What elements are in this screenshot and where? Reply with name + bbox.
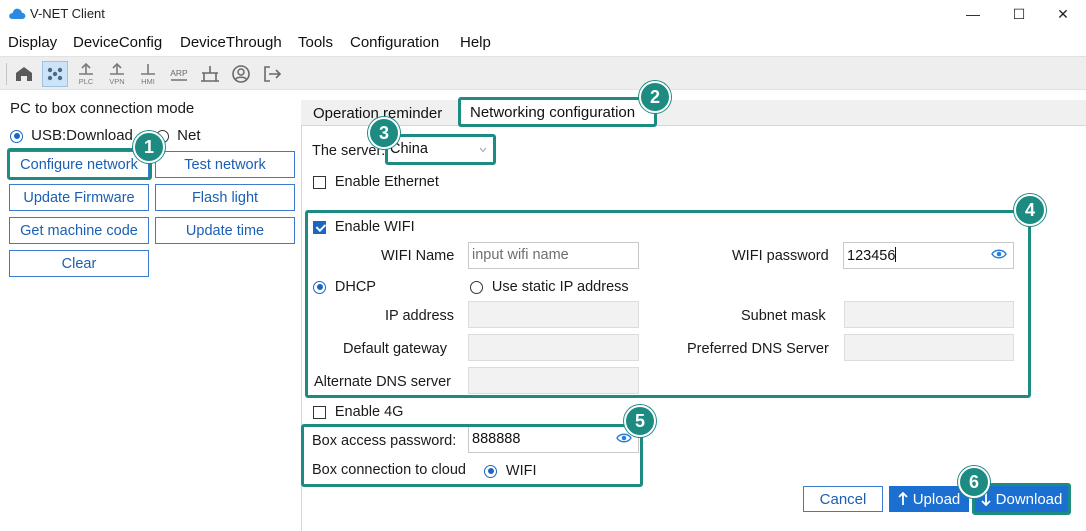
enable-4g-option[interactable]: Enable 4G <box>313 403 403 420</box>
title-bar: V-NET Client — ☐ ✕ <box>0 0 1086 28</box>
menu-deviceconfig[interactable]: DeviceConfig <box>73 34 162 51</box>
callout-frame-server <box>385 134 496 165</box>
callout-frame-box-access <box>301 424 643 487</box>
hmi-icon[interactable]: HMI <box>135 61 161 87</box>
plc-icon[interactable]: PLC <box>73 61 99 87</box>
callout-badge-6: 6 <box>958 466 990 498</box>
flash-light-button[interactable]: Flash light <box>155 184 295 211</box>
enable-ethernet-option[interactable]: Enable Ethernet <box>313 173 439 190</box>
exit-icon[interactable] <box>259 61 285 87</box>
user-icon[interactable] <box>228 61 254 87</box>
cloud-logo-icon <box>9 8 26 19</box>
callout-frame-networking-tab <box>458 97 657 127</box>
net-radio-label: Net <box>177 127 201 144</box>
test-network-button[interactable]: Test network <box>155 151 295 178</box>
menu-help[interactable]: Help <box>460 34 491 51</box>
menu-display[interactable]: Display <box>8 34 57 51</box>
callout-badge-2: 2 <box>639 81 671 113</box>
svg-text:HMI: HMI <box>141 77 155 86</box>
connection-mode-label: PC to box connection mode <box>10 100 195 117</box>
callout-badge-5: 5 <box>624 405 656 437</box>
menu-configuration[interactable]: Configuration <box>350 34 439 51</box>
enable-ethernet-label: Enable Ethernet <box>334 174 439 190</box>
vpn-icon[interactable]: VPN <box>104 61 130 87</box>
minimize-button[interactable]: — <box>950 0 996 28</box>
menu-devicethrough[interactable]: DeviceThrough <box>180 34 282 51</box>
callout-frame-configure-network <box>7 148 152 180</box>
cancel-button[interactable]: Cancel <box>803 486 883 512</box>
svg-text:PLC: PLC <box>79 77 94 86</box>
svg-text:VPN: VPN <box>109 77 124 86</box>
maximize-icon: ☐ <box>1012 5 1026 22</box>
svg-text:ARP: ARP <box>170 68 188 78</box>
home-icon[interactable] <box>11 61 37 87</box>
callout-badge-4: 4 <box>1014 194 1046 226</box>
enable-ethernet-checkbox[interactable] <box>313 175 326 189</box>
usb-radio[interactable] <box>10 129 23 143</box>
arp-icon[interactable]: ARP <box>166 61 192 87</box>
toolbar-grip <box>6 63 7 85</box>
window-title: V-NET Client <box>30 6 105 21</box>
clear-button[interactable]: Clear <box>9 250 149 277</box>
menu-bar: Display DeviceConfig DeviceThrough Tools… <box>0 31 1086 55</box>
upload-label: Upload <box>912 490 961 508</box>
update-firmware-button[interactable]: Update Firmware <box>9 184 149 211</box>
switch-icon[interactable] <box>197 61 223 87</box>
usb-radio-label: USB:Download <box>31 127 133 144</box>
toolbar: PLC VPN HMI ARP <box>0 56 1086 90</box>
network-icon[interactable] <box>42 61 68 87</box>
callout-frame-wifi <box>305 210 1031 398</box>
close-button[interactable]: ✕ <box>1040 0 1086 28</box>
maximize-button[interactable]: ☐ <box>996 0 1042 28</box>
get-machine-code-button[interactable]: Get machine code <box>9 217 149 244</box>
usb-download-option[interactable]: USB:Download <box>10 127 133 144</box>
enable-4g-label: Enable 4G <box>334 404 404 420</box>
menu-tools[interactable]: Tools <box>298 34 333 51</box>
callout-badge-1: 1 <box>133 131 165 163</box>
close-icon: ✕ <box>1057 5 1069 22</box>
enable-4g-checkbox[interactable] <box>313 405 326 419</box>
callout-badge-3: 3 <box>368 117 400 149</box>
cancel-label: Cancel <box>819 490 867 508</box>
upload-button[interactable]: Upload <box>889 486 969 512</box>
update-time-button[interactable]: Update time <box>155 217 295 244</box>
upload-arrow-icon <box>898 492 908 505</box>
minimize-icon: — <box>966 6 980 22</box>
